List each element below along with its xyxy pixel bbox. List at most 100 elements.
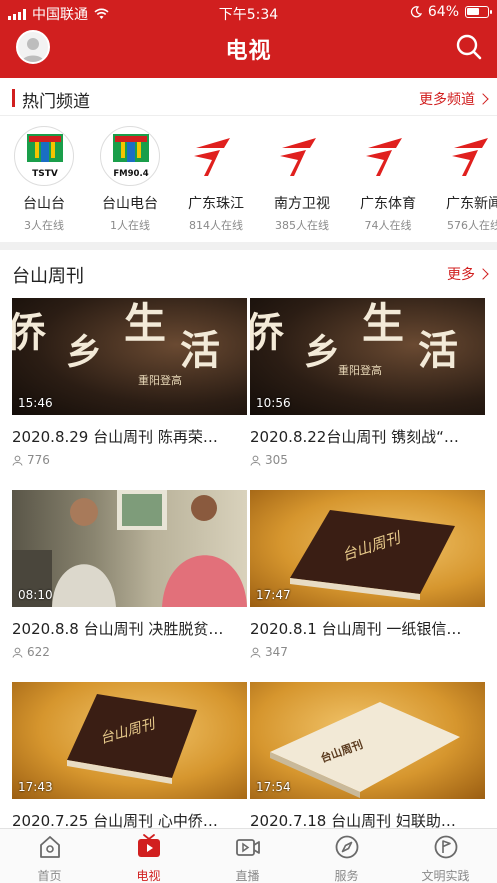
- svg-text:FM90.4: FM90.4: [113, 169, 148, 179]
- svg-text:生: 生: [362, 299, 404, 348]
- hot-channels-title: 热门频道: [22, 92, 90, 112]
- video-duration: 17:54: [256, 780, 291, 794]
- channel-item[interactable]: 南方卫视 385人在线: [258, 122, 346, 233]
- section-accent-bar: [12, 89, 15, 107]
- tab-label: 服务: [334, 869, 359, 883]
- gdtv-logo: [444, 126, 497, 186]
- svg-text:TSTV: TSTV: [32, 169, 58, 179]
- tv-icon: [137, 834, 160, 857]
- tab-label: 文明实践: [421, 869, 470, 883]
- channel-name: 广东珠江: [188, 196, 244, 212]
- video-thumbnail: 08:10: [12, 490, 247, 607]
- channel-name: 台山台: [23, 196, 65, 212]
- bottom-tab-bar: 首页 电视 直播 服务 文明实践: [0, 828, 497, 883]
- channel-online-count: 576人在线: [447, 219, 497, 232]
- video-views: 347: [250, 645, 485, 659]
- views-count: 305: [265, 453, 288, 467]
- more-channels-label: 更多频道: [419, 92, 475, 108]
- tab-service[interactable]: 服务: [297, 833, 396, 883]
- video-card[interactable]: 08:10 2020.8.8 台山周刊 决胜脱贫… 622: [12, 490, 247, 659]
- weekly-more-link[interactable]: 更多: [447, 264, 489, 284]
- views-count: 622: [27, 645, 50, 659]
- gdtv-logo: [272, 126, 332, 186]
- svg-text:重阳登高: 重阳登高: [338, 363, 382, 377]
- tab-civilization-practice[interactable]: 文明实践: [396, 833, 495, 883]
- app-header: 中国联通 下午5:34 64% 电视: [0, 0, 497, 78]
- svg-text:生: 生: [124, 299, 166, 348]
- weekly-title: 台山周刊: [12, 266, 84, 287]
- video-thumbnail: 台山周刊 17:43: [12, 682, 247, 799]
- user-icon: [12, 647, 23, 658]
- tab-tv[interactable]: 电视: [99, 833, 198, 883]
- video-title: 2020.8.8 台山周刊 决胜脱贫…: [12, 620, 224, 638]
- video-duration: 17:47: [256, 588, 291, 602]
- live-video-icon: [235, 839, 260, 856]
- tab-label: 直播: [235, 869, 260, 883]
- video-card[interactable]: 侨 乡 生 活 重阳登高 15:46 2020.8.29 台山周刊 陈再荣… 7…: [12, 298, 247, 467]
- svg-text:乡: 乡: [66, 332, 102, 373]
- section-divider: [0, 242, 497, 250]
- video-thumbnail: 侨 乡 生 活 重阳登高 15:46: [12, 298, 247, 415]
- moon-icon: [410, 6, 422, 18]
- channel-online-count: 385人在线: [275, 219, 329, 232]
- channel-item[interactable]: FM90.4 台山电台 1人在线: [86, 122, 174, 233]
- svg-text:乡: 乡: [304, 332, 340, 373]
- channel-online-count: 1人在线: [110, 219, 150, 232]
- video-views: 622: [12, 645, 247, 659]
- video-thumbnail: 台山周刊 17:54: [250, 682, 485, 799]
- more-channels-link[interactable]: 更多频道: [419, 89, 489, 109]
- channel-name: 广东新闻: [446, 196, 497, 212]
- video-title: 2020.7.25 台山周刊 心中侨…: [12, 812, 218, 828]
- channel-online-count: 814人在线: [189, 219, 243, 232]
- hot-channels-header: 热门频道 更多频道: [0, 80, 497, 116]
- video-title: 2020.7.18 台山周刊 妇联助…: [250, 812, 456, 828]
- status-bar: 中国联通 下午5:34 64%: [0, 0, 497, 24]
- hot-channels-list: TSTV 台山台 3人在线 FM90.4 台山电台 1人在线 广东珠江 814人…: [0, 122, 497, 238]
- video-thumbnail: 台山周刊 17:47: [250, 490, 485, 607]
- channel-item[interactable]: 广东珠江 814人在线: [172, 122, 260, 233]
- video-card[interactable]: 台山周刊 17:43 2020.7.25 台山周刊 心中侨…: [12, 682, 247, 828]
- flag-icon: [434, 835, 457, 859]
- fm90-logo: FM90.4: [100, 126, 160, 186]
- tab-home[interactable]: 首页: [0, 833, 99, 883]
- svg-text:侨: 侨: [250, 310, 284, 356]
- weekly-header: 台山周刊 更多: [0, 255, 497, 291]
- video-duration: 08:10: [18, 588, 53, 602]
- tab-live[interactable]: 直播: [198, 833, 297, 883]
- page-title: 电视: [225, 39, 272, 64]
- channel-name: 广东体育: [360, 196, 416, 212]
- channel-item[interactable]: TSTV 台山台 3人在线: [0, 122, 88, 233]
- battery-percent: 64%: [427, 4, 459, 20]
- video-duration: 15:46: [18, 396, 53, 410]
- video-title: 2020.8.1 台山周刊 一纸银信…: [250, 620, 462, 638]
- nav-bar: 电视: [0, 24, 497, 78]
- video-duration: 10:56: [256, 396, 291, 410]
- video-card[interactable]: 台山周刊 17:47 2020.8.1 台山周刊 一纸银信… 347: [250, 490, 485, 659]
- video-title: 2020.8.29 台山周刊 陈再荣…: [12, 428, 218, 446]
- search-icon[interactable]: [455, 33, 483, 61]
- video-card[interactable]: 侨 乡 生 活 重阳登高 10:56 2020.8.22台山周刊 镌刻战“… 3…: [250, 298, 485, 467]
- gdtv-logo: [186, 126, 246, 186]
- chevron-right-icon: [477, 268, 489, 280]
- channel-name: 南方卫视: [274, 196, 330, 212]
- views-count: 776: [27, 453, 50, 467]
- user-icon: [12, 455, 23, 466]
- channel-item[interactable]: 广东新闻 576人在线: [430, 122, 497, 233]
- channel-online-count: 74人在线: [364, 219, 412, 232]
- gdtv-logo: [358, 126, 418, 186]
- weekly-more-label: 更多: [447, 267, 475, 283]
- svg-text:重阳登高: 重阳登高: [138, 373, 182, 387]
- video-duration: 17:43: [18, 780, 53, 794]
- svg-text:活: 活: [418, 328, 458, 374]
- tab-label: 首页: [37, 869, 62, 883]
- channel-name: 台山电台: [102, 196, 158, 212]
- views-count: 347: [265, 645, 288, 659]
- channel-online-count: 3人在线: [24, 219, 64, 232]
- svg-text:活: 活: [180, 328, 220, 374]
- video-card[interactable]: 台山周刊 17:54 2020.7.18 台山周刊 妇联助…: [250, 682, 485, 828]
- battery-icon: [465, 6, 492, 18]
- compass-icon: [335, 835, 358, 859]
- chevron-right-icon: [477, 93, 489, 105]
- channel-item[interactable]: 广东体育 74人在线: [344, 122, 432, 233]
- tstv-logo: TSTV: [14, 126, 74, 186]
